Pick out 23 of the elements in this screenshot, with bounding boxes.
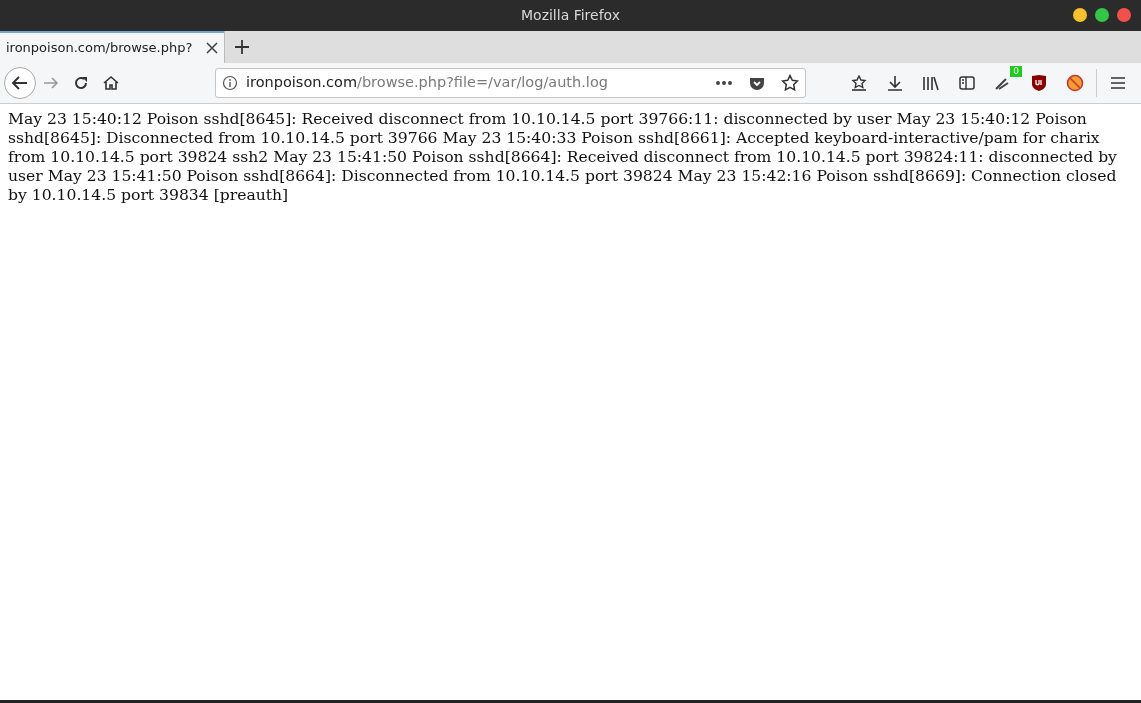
back-arrow-icon bbox=[11, 74, 29, 92]
forward-arrow-icon bbox=[43, 75, 59, 91]
close-tab-button[interactable] bbox=[206, 42, 218, 54]
minimize-button[interactable] bbox=[1073, 8, 1087, 22]
maximize-button[interactable] bbox=[1095, 8, 1109, 22]
more-icon[interactable] bbox=[715, 80, 733, 86]
close-button[interactable] bbox=[1117, 8, 1131, 22]
menu-icon bbox=[1110, 76, 1126, 90]
home-icon bbox=[103, 75, 119, 91]
browser-tab[interactable]: ironpoison.com/browse.php? bbox=[0, 31, 224, 63]
count-badge: 0 bbox=[1010, 66, 1022, 77]
back-button[interactable] bbox=[4, 67, 36, 99]
window-title: Mozilla Firefox bbox=[521, 6, 620, 25]
address-bar[interactable]: ironpoison.com/browse.php?file=/var/log/auth.log bbox=[215, 68, 806, 98]
close-icon bbox=[206, 42, 218, 54]
url-path: /browse.php?file=/var/log/auth.log bbox=[357, 74, 608, 91]
pocket-icon[interactable] bbox=[749, 75, 765, 91]
reload-icon bbox=[73, 75, 89, 91]
plus-icon bbox=[233, 39, 250, 55]
url-domain: ironpoison.com bbox=[246, 74, 358, 91]
log-text: May 23 15:40:12 Poison sshd[8645]: Received disconnect from 10.10.14.5 port 39766:11: disconnected by user May 23 15:40:12 Poison sshd[8645]: Disconnected from 10.10.14.5 port 39766 May 23 15:40:33 Poison sshd[8661]: Accepted keyboard-interactive/pam for charix from 10.10.14.5 port 39824 ssh2 May 23 15:41:50 Poison sshd[8664]: Received disconnect from 10.10.14.5 port 39824:11: disconnected by user May 23 15:41:50 Poison sshd[8664]: Disconnected from 10.10.14.5 port 39824 May 23 15:42:16 Poison sshd[8669]: Connection closed by 10.10.14.5 port 39834 [preauth] bbox=[8, 110, 1118, 205]
star-icon[interactable] bbox=[781, 74, 799, 92]
info-icon[interactable] bbox=[222, 75, 238, 91]
